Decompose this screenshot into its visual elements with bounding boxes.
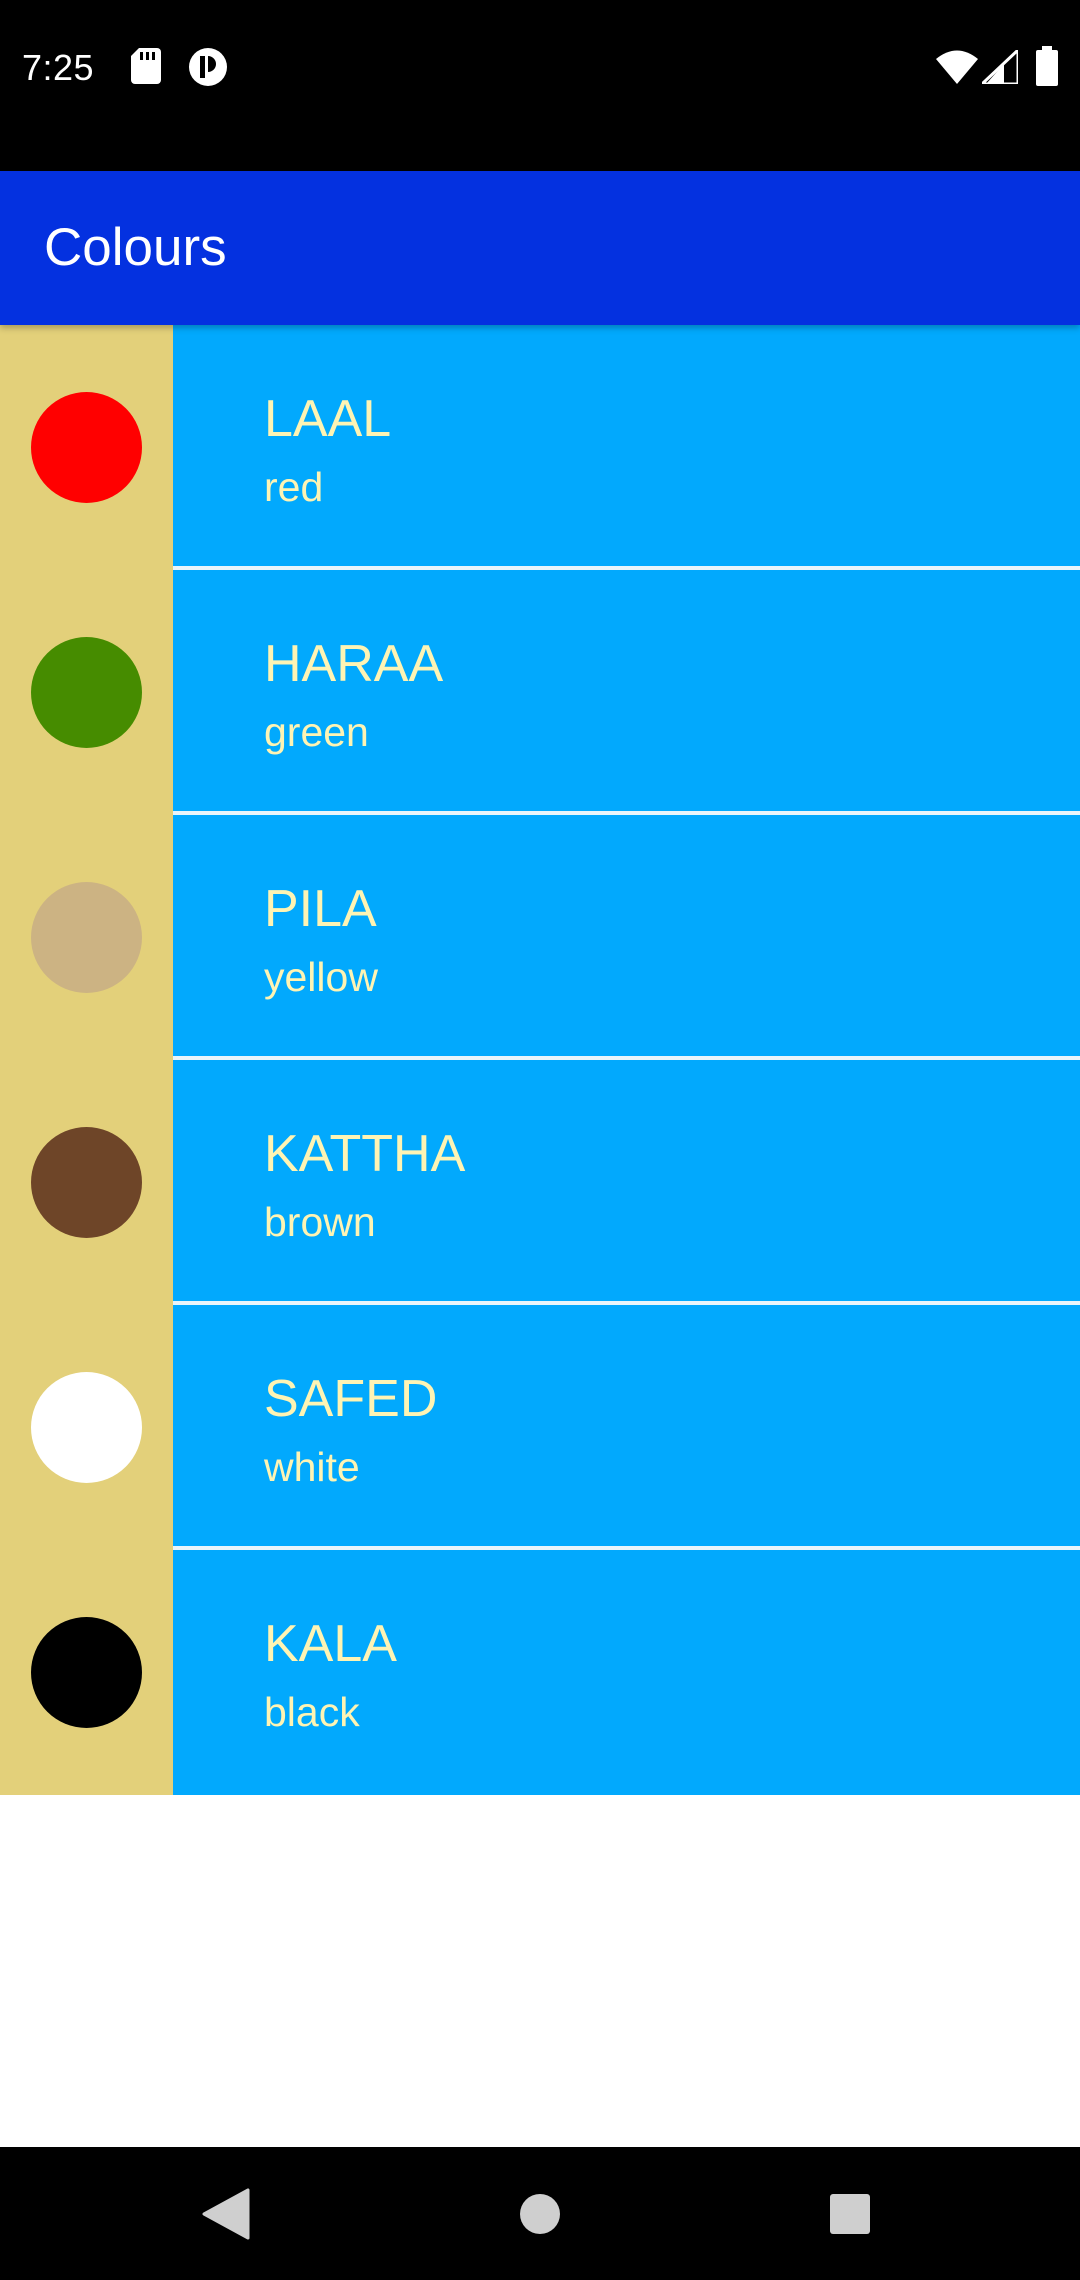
swatch-cell xyxy=(0,1060,173,1305)
english-translation: black xyxy=(264,1689,360,1735)
back-icon[interactable] xyxy=(200,2188,250,2240)
status-time: 7:25 xyxy=(22,47,95,88)
swatch-cell xyxy=(0,325,173,570)
list-item[interactable]: KATTHA brown xyxy=(0,1060,1080,1305)
text-cell: LAAL red xyxy=(173,325,1080,566)
miwok-translation: KATTHA xyxy=(264,1125,466,1183)
text-cell: PILA yellow xyxy=(173,815,1080,1056)
list-item[interactable]: HARAA green xyxy=(0,570,1080,815)
text-cell: HARAA green xyxy=(173,570,1080,811)
english-translation: yellow xyxy=(264,954,378,1000)
english-translation: white xyxy=(264,1444,360,1490)
colour-swatch xyxy=(31,392,142,503)
app-title: Colours xyxy=(44,218,227,277)
colour-swatch xyxy=(31,637,142,748)
swatch-cell xyxy=(0,1550,173,1795)
colour-swatch xyxy=(31,1127,142,1238)
wifi-icon xyxy=(936,50,978,84)
status-bar: 7:25 xyxy=(0,0,1080,171)
battery-icon xyxy=(1036,46,1058,86)
list-item[interactable]: SAFED white xyxy=(0,1305,1080,1550)
miwok-translation: SAFED xyxy=(264,1370,438,1428)
english-translation: green xyxy=(264,709,369,755)
miwok-translation: HARAA xyxy=(264,635,444,693)
list-item[interactable]: PILA yellow xyxy=(0,815,1080,1060)
text-cell: KALA black xyxy=(173,1550,1080,1795)
swatch-cell xyxy=(0,570,173,815)
english-translation: brown xyxy=(264,1199,376,1245)
cell-signal-icon xyxy=(982,50,1018,84)
app-bar: Colours xyxy=(0,171,1080,325)
text-cell: KATTHA brown xyxy=(173,1060,1080,1301)
colour-swatch xyxy=(31,882,142,993)
english-translation: red xyxy=(264,464,324,510)
sd-card-icon xyxy=(131,48,161,84)
list-item[interactable]: KALA black xyxy=(0,1550,1080,1795)
app-notification-icon xyxy=(189,48,227,86)
miwok-translation: KALA xyxy=(264,1615,397,1673)
swatch-cell xyxy=(0,1305,173,1550)
navigation-bar xyxy=(0,2147,1080,2280)
colour-list: LAAL red HARAA green PILA yellow KATTHA … xyxy=(0,325,1080,1795)
colour-swatch xyxy=(31,1617,142,1728)
recents-icon[interactable] xyxy=(828,2192,872,2236)
swatch-cell xyxy=(0,815,173,1060)
miwok-translation: LAAL xyxy=(264,390,392,448)
text-cell: SAFED white xyxy=(173,1305,1080,1546)
list-item[interactable]: LAAL red xyxy=(0,325,1080,570)
colour-swatch xyxy=(31,1372,142,1483)
home-icon[interactable] xyxy=(518,2192,562,2236)
miwok-translation: PILA xyxy=(264,880,377,938)
